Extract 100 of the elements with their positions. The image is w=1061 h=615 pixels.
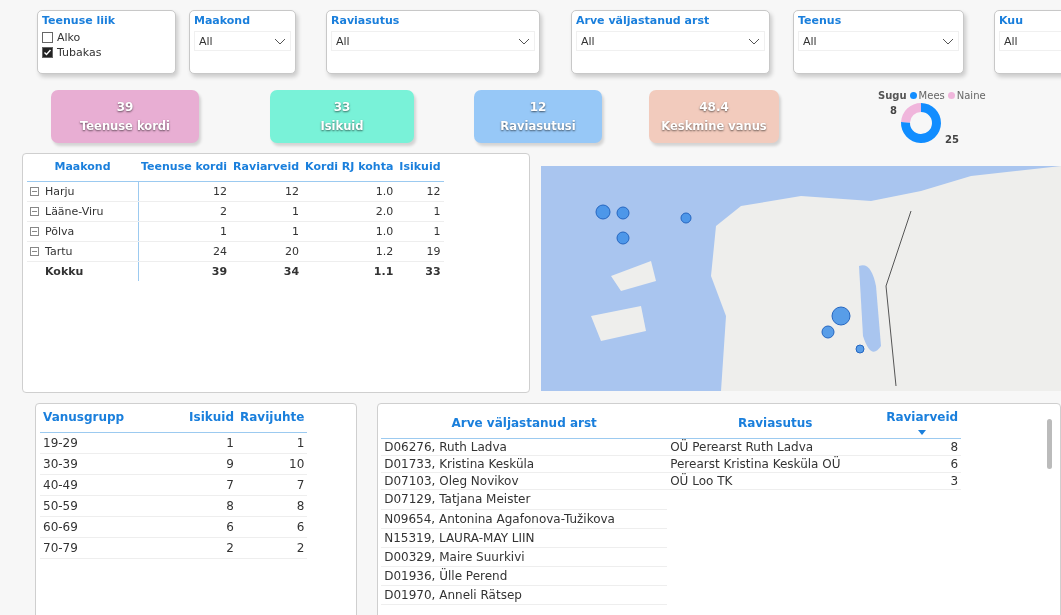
table-cell: N15319, LAURA-MAY LIIN — [381, 528, 668, 547]
column-header[interactable]: Raviarveid — [230, 154, 303, 182]
column-header[interactable]: Vanusgrupp — [40, 404, 156, 433]
column-header[interactable]: Raviarveid — [883, 404, 962, 439]
legend-title: Sugu — [878, 90, 907, 101]
dropdown[interactable]: All — [194, 31, 291, 51]
kpi-value: 48.4 — [699, 100, 729, 114]
chevron-down-icon — [274, 37, 286, 45]
table-cell: N09654, Antonina Agafonova-Tužikova — [381, 509, 668, 528]
column-header[interactable]: Isikuid — [396, 154, 444, 182]
table-cell: 6 — [237, 516, 308, 538]
data-label: 25 — [944, 134, 959, 145]
dropdown[interactable]: All — [331, 31, 535, 51]
table-cell: 40-49 — [40, 474, 156, 496]
legend-label: Mees — [918, 90, 945, 101]
table-cell: 1 — [396, 201, 444, 222]
table-cell: 24 — [138, 241, 231, 262]
total-cell: 33 — [396, 261, 444, 281]
dropdown[interactable]: All — [576, 31, 765, 51]
table-cell: 20 — [230, 241, 303, 262]
slicer-title: Teenus — [798, 14, 843, 27]
table-cell: 1.2 — [302, 241, 397, 262]
table-cell: OÜ Loo TK — [667, 472, 884, 490]
table-cell: D01733, Kristina Kesküla — [381, 455, 668, 473]
column-header[interactable]: Kordi RJ kohta — [302, 154, 397, 182]
kpi-value: 39 — [116, 100, 134, 114]
table-cell: D00329, Maire Suurkivi — [381, 547, 668, 566]
table-cell: 9 — [156, 453, 237, 475]
data-label: 8 — [890, 105, 897, 116]
total-cell: 1.1 — [302, 261, 397, 281]
table-cell: 1 — [237, 432, 308, 454]
slicer-title: Kuu — [999, 14, 1024, 27]
column-header[interactable]: Ravijuhte — [237, 404, 308, 433]
table-cell: 1 — [138, 221, 231, 242]
table-cell: 1.0 — [302, 181, 397, 202]
column-header[interactable]: Teenuse kordi — [138, 154, 231, 182]
table-cell: 12 — [230, 181, 303, 202]
table-cell: 12 — [138, 181, 231, 202]
column-header[interactable]: Maakond — [27, 154, 138, 182]
table-cell: 8 — [156, 495, 237, 517]
column-header[interactable]: Isikuid — [156, 404, 237, 433]
table-cell: 6 — [156, 516, 237, 538]
dropdown[interactable]: All — [999, 31, 1061, 51]
kpi-value: 33 — [333, 100, 351, 114]
table-cell: D07129, Tatjana Meister — [381, 489, 668, 509]
table-cell: 50-59 — [40, 495, 156, 517]
table-cell: 1 — [396, 221, 444, 242]
expand-box-icon[interactable] — [30, 207, 39, 216]
column-header[interactable]: Arve väljastanud arst — [381, 404, 668, 439]
checkbox-label: Tubakas — [57, 46, 102, 59]
table-cell: 12 — [396, 181, 444, 202]
row-label: Tartu — [45, 245, 73, 258]
slicer-title: Raviasutus — [331, 14, 401, 27]
table-cell: 19 — [396, 241, 444, 262]
scrollbar[interactable] — [1047, 419, 1052, 469]
table-cell: 1 — [156, 432, 237, 454]
table-cell: D01970, Anneli Rätsep — [381, 585, 668, 604]
table-cell: 8 — [883, 438, 962, 456]
table-cell: 2 — [237, 537, 308, 559]
kpi-label: Teenuse kordi — [80, 119, 170, 133]
slicer-title: Maakond — [194, 14, 252, 27]
table-cell: 10 — [237, 453, 308, 475]
row-label: Lääne-Viru — [45, 205, 104, 218]
checkbox[interactable] — [42, 32, 53, 43]
chevron-down-icon — [518, 37, 530, 45]
chevron-down-icon — [748, 37, 760, 45]
expand-box-icon[interactable] — [30, 227, 39, 236]
kpi-label: Isikuid — [320, 119, 364, 133]
kpi-label: Keskmine vanus — [661, 119, 767, 133]
total-cell: 34 — [230, 261, 303, 281]
table-cell: 70-79 — [40, 537, 156, 559]
slicer-title: Arve väljastanud arst — [576, 14, 711, 27]
row-label: Harju — [45, 185, 75, 198]
table-cell: 1 — [230, 201, 303, 222]
expand-box-icon[interactable] — [30, 187, 39, 196]
table-cell: 8 — [237, 495, 308, 517]
table-cell: 2 — [156, 537, 237, 559]
total-cell: Kokku — [27, 261, 138, 281]
table-cell: 1.0 — [302, 221, 397, 242]
table-cell: 19-29 — [40, 432, 156, 454]
checkbox[interactable] — [42, 47, 53, 58]
column-header[interactable]: Raviasutus — [667, 404, 884, 439]
kpi-label: Raviasutusi — [500, 119, 576, 133]
table-cell: 3 — [883, 472, 962, 490]
table-cell: 6 — [883, 455, 962, 473]
legend-label: Naine — [956, 90, 986, 101]
table-cell: D07103, Oleg Novikov — [381, 472, 668, 490]
table-cell: D01936, Ülle Perend — [381, 566, 668, 585]
row-label: Põlva — [45, 225, 75, 238]
kpi-value: 12 — [529, 100, 547, 114]
table-cell: Perearst Kristina Kesküla OÜ — [667, 455, 884, 473]
sort-descending-icon — [918, 430, 927, 435]
table-cell: 60-69 — [40, 516, 156, 538]
table-cell: 30-39 — [40, 453, 156, 475]
dropdown[interactable]: All — [798, 31, 959, 51]
chevron-down-icon — [942, 37, 954, 45]
table-cell: 1 — [230, 221, 303, 242]
expand-box-icon[interactable] — [30, 247, 39, 256]
table-cell: 2.0 — [302, 201, 397, 222]
table-cell: D06276, Ruth Ladva — [381, 438, 668, 456]
